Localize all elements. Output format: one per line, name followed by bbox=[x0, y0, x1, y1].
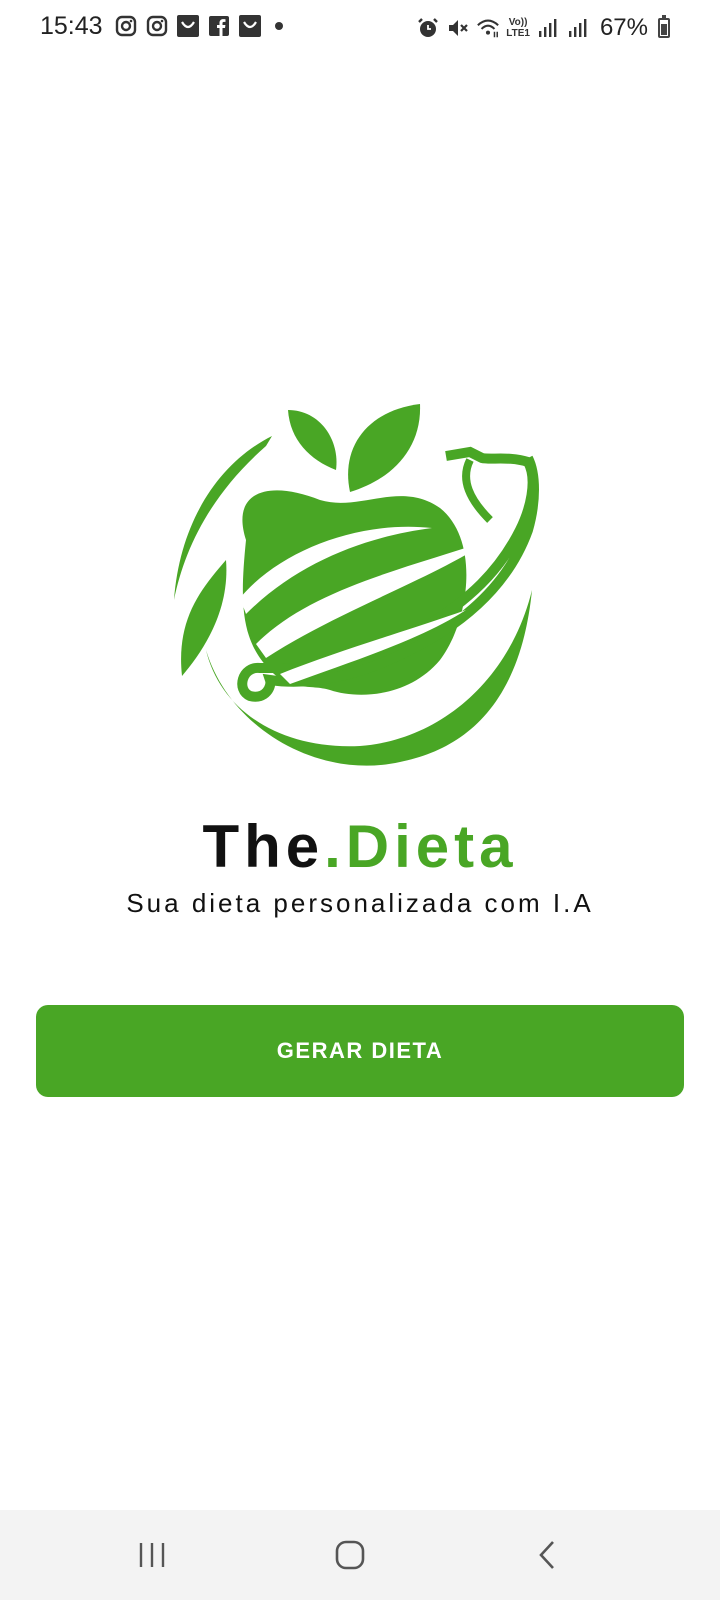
volte-label: Vo)) bbox=[508, 17, 528, 28]
status-bar: 15:43 Vo)) LTE1 67% bbox=[0, 0, 720, 56]
generate-diet-button[interactable]: GERAR DIETA bbox=[36, 1005, 684, 1097]
home-icon bbox=[335, 1540, 365, 1570]
shop-bag-icon bbox=[238, 14, 262, 38]
recent-apps-button[interactable] bbox=[122, 1530, 182, 1580]
battery-percent: 67% bbox=[599, 14, 648, 41]
app-title-part1: The bbox=[202, 813, 325, 880]
logo-leaf-left-small bbox=[181, 560, 227, 676]
battery-fill bbox=[661, 24, 667, 35]
instagram-icon bbox=[145, 14, 169, 38]
shop-bag-icon bbox=[176, 14, 200, 38]
app-title-part2: .Dieta bbox=[324, 813, 518, 880]
back-button[interactable] bbox=[518, 1530, 578, 1580]
more-notifications-dot bbox=[275, 22, 283, 30]
facebook-icon bbox=[207, 14, 231, 38]
home-button[interactable] bbox=[320, 1530, 380, 1580]
logo-stethoscope-tube bbox=[462, 458, 493, 523]
battery-icon bbox=[658, 15, 670, 38]
volte-lte-icon: Vo)) LTE1 bbox=[506, 17, 530, 39]
back-icon bbox=[539, 1541, 554, 1569]
system-icons: Vo)) LTE1 67% bbox=[416, 14, 670, 42]
instagram-icon bbox=[114, 14, 138, 38]
app-logo bbox=[174, 404, 539, 766]
mute-icon bbox=[446, 16, 470, 40]
recent-apps-icon bbox=[139, 1543, 165, 1567]
signal-icon bbox=[536, 16, 560, 40]
notification-icons bbox=[114, 14, 283, 38]
logo-leaf-left bbox=[288, 410, 337, 470]
wifi-icon bbox=[476, 16, 500, 40]
logo-leaf-right bbox=[348, 404, 421, 492]
signal-icon bbox=[566, 16, 590, 40]
app-title: The.Dieta bbox=[0, 812, 720, 881]
navigation-bar bbox=[0, 1510, 720, 1600]
app-tagline: Sua dieta personalizada com I.A bbox=[126, 888, 594, 918]
alarm-icon bbox=[416, 16, 440, 40]
status-time: 15:43 bbox=[40, 12, 103, 40]
lte-label: LTE1 bbox=[506, 28, 530, 39]
